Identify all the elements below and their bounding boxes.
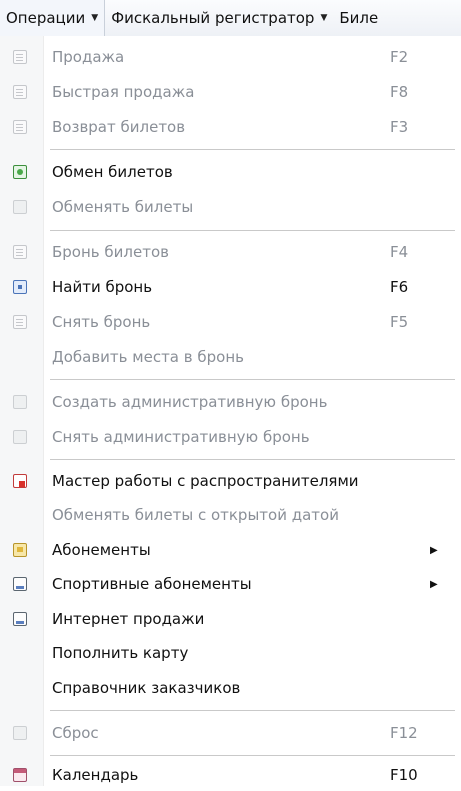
remove-admin-booking-icon	[13, 430, 27, 444]
menu-item-label: Снять бронь	[52, 313, 151, 331]
menu-item-label: Обмен билетов	[52, 163, 173, 181]
submenu-arrow-icon: ▶	[430, 544, 438, 556]
menu-item-quick-sale[interactable]: Быстрая продажа F8	[0, 76, 461, 108]
quick-sale-icon	[13, 85, 27, 99]
menu-separator	[50, 710, 455, 711]
menu-item-label: Быстрая продажа	[52, 83, 195, 101]
menu-item-label: Найти бронь	[52, 278, 153, 296]
menu-item-exchange-open-date-tickets[interactable]: Обменять билеты с открытой датой	[0, 499, 461, 531]
menu-fiscal-registrar-label: Фискальный регистратор	[111, 9, 315, 27]
menu-item-label: Обменять билеты	[52, 198, 194, 216]
menu-item-calendar[interactable]: Календарь F10	[0, 759, 461, 791]
distributor-wizard-icon	[13, 474, 27, 488]
menu-item-sport-subscriptions[interactable]: Спортивные абонементы ▶	[0, 568, 461, 600]
menu-bar: Операции ▼ Фискальный регистратор ▼ Биле	[0, 0, 461, 37]
menu-item-exchange-tickets[interactable]: Обмен билетов	[0, 156, 461, 188]
menu-operations[interactable]: Операции ▼	[0, 0, 106, 36]
menu-item-label: Справочник заказчиков	[52, 679, 241, 697]
menu-item-internet-sales[interactable]: Интернет продажи	[0, 603, 461, 635]
menu-item-sale[interactable]: Продажа F2	[0, 41, 461, 73]
menu-item-shortcut: F4	[390, 243, 409, 261]
subscriptions-icon	[13, 543, 27, 557]
menu-item-shortcut: F5	[390, 313, 409, 331]
menu-tickets[interactable]: Биле	[333, 0, 384, 36]
sale-doc-icon	[13, 50, 27, 64]
internet-sales-icon	[13, 612, 27, 626]
menu-item-label: Бронь билетов	[52, 243, 169, 261]
cancel-booking-icon	[13, 315, 27, 329]
menu-separator	[50, 230, 455, 231]
menu-item-label: Снять административную бронь	[52, 428, 310, 446]
find-booking-icon	[13, 280, 27, 294]
exchange-tickets-icon	[13, 200, 27, 214]
menu-item-label: Мастер работы с распространителями	[52, 472, 359, 490]
menu-item-book-tickets[interactable]: Бронь билетов F4	[0, 236, 461, 268]
menu-item-add-seats-to-booking[interactable]: Добавить места в бронь	[0, 341, 461, 373]
menu-item-shortcut: F6	[390, 278, 409, 296]
menu-item-customer-directory[interactable]: Справочник заказчиков	[0, 672, 461, 704]
menu-item-remove-admin-booking[interactable]: Снять административную бронь	[0, 421, 461, 453]
menu-item-swap-tickets[interactable]: Обменять билеты	[0, 191, 461, 223]
menu-item-subscriptions[interactable]: Абонементы ▶	[0, 534, 461, 566]
dropdown-arrow-icon: ▼	[91, 13, 99, 23]
menu-item-reset[interactable]: Сброс F12	[0, 717, 461, 749]
menu-item-shortcut: F2	[390, 48, 409, 66]
reset-icon	[13, 726, 27, 740]
menu-separator	[50, 379, 455, 380]
menu-item-top-up-card[interactable]: Пополнить карту	[0, 637, 461, 669]
menu-separator	[50, 459, 455, 460]
menu-item-label: Календарь	[52, 766, 139, 784]
menu-item-label: Абонементы	[52, 541, 151, 559]
menu-item-find-booking[interactable]: Найти бронь F6	[0, 271, 461, 303]
menu-item-distributor-wizard[interactable]: Мастер работы с распространителями	[0, 465, 461, 497]
menu-item-label: Интернет продажи	[52, 610, 205, 628]
dropdown-arrow-icon: ▼	[320, 13, 328, 23]
menu-separator	[50, 755, 455, 756]
operations-dropdown-menu: Продажа F2 Быстрая продажа F8 Возврат би…	[0, 36, 461, 786]
menu-item-label: Спортивные абонементы	[52, 575, 252, 593]
menu-separator	[50, 149, 455, 150]
menu-operations-label: Операции	[6, 9, 86, 27]
menu-item-label: Создать административную бронь	[52, 393, 328, 411]
menu-item-cancel-booking[interactable]: Снять бронь F5	[0, 306, 461, 338]
calendar-icon	[13, 768, 27, 782]
menu-item-return-tickets[interactable]: Возврат билетов F3	[0, 111, 461, 143]
menu-item-label: Пополнить карту	[52, 644, 189, 662]
menu-item-label: Сброс	[52, 724, 99, 742]
exchange-icon	[13, 165, 27, 179]
submenu-arrow-icon: ▶	[430, 578, 438, 590]
menu-fiscal-registrar[interactable]: Фискальный регистратор ▼	[105, 0, 333, 36]
menu-item-label: Добавить места в бронь	[52, 348, 244, 366]
menu-item-create-admin-booking[interactable]: Создать административную бронь	[0, 386, 461, 418]
menu-item-label: Продажа	[52, 48, 125, 66]
menu-tickets-label: Биле	[339, 9, 379, 27]
menu-item-label: Обменять билеты с открытой датой	[52, 506, 339, 524]
menu-item-label: Возврат билетов	[52, 118, 186, 136]
menu-item-shortcut: F8	[390, 83, 409, 101]
menu-item-shortcut: F3	[390, 118, 409, 136]
booking-doc-icon	[13, 245, 27, 259]
menu-item-shortcut: F10	[390, 766, 418, 784]
sport-subscriptions-icon	[13, 577, 27, 591]
create-admin-booking-icon	[13, 395, 27, 409]
menu-item-shortcut: F12	[390, 724, 418, 742]
return-tickets-icon	[13, 120, 27, 134]
